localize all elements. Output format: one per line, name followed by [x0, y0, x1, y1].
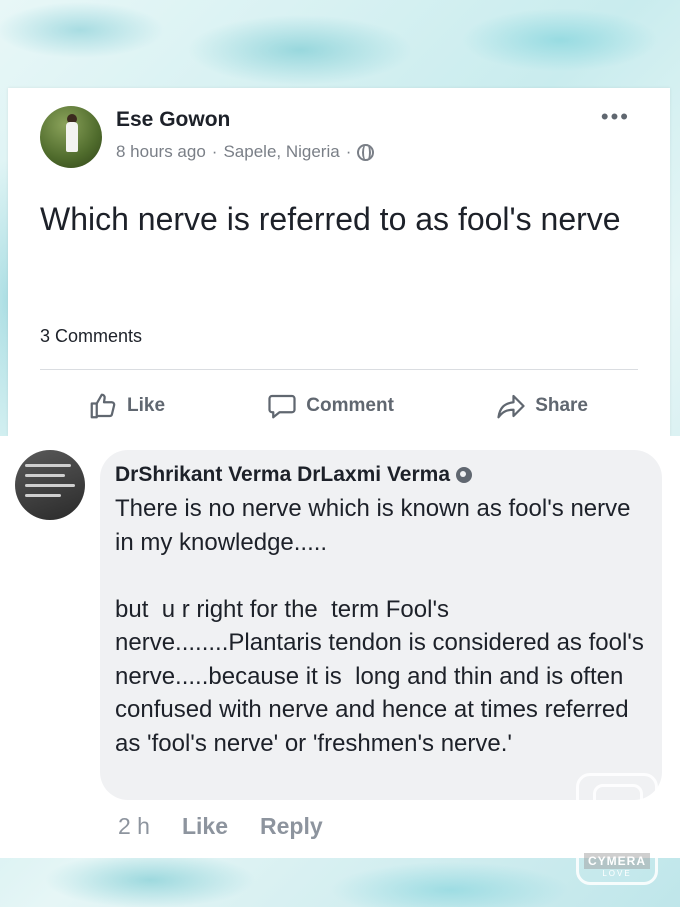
comment-text: There is no nerve which is known as fool…: [115, 495, 644, 757]
post-text: Which nerve is referred to as fool's ner…: [40, 201, 621, 237]
top-fan-badge-icon: [456, 467, 472, 483]
comment-bubble: DrShrikant Verma DrLaxmi Verma There is …: [100, 450, 662, 800]
post-meta: 8 hours ago · Sapele, Nigeria ·: [116, 142, 375, 162]
post-card: Ese Gowon 8 hours ago · Sapele, Nigeria …: [8, 88, 670, 436]
post-location[interactable]: Sapele, Nigeria: [223, 142, 339, 162]
more-options-icon[interactable]: •••: [601, 106, 630, 128]
share-arrow-icon: [497, 394, 525, 419]
author-avatar[interactable]: [40, 106, 102, 168]
divider: [40, 369, 638, 370]
post-time[interactable]: 8 hours ago: [116, 142, 206, 162]
post-author-name[interactable]: Ese Gowon: [116, 108, 230, 132]
cymera-watermark-logo: CYMERA LOVE: [576, 773, 658, 885]
meta-separator: ·: [345, 142, 352, 161]
commenter-name[interactable]: DrShrikant Verma DrLaxmi Verma: [115, 463, 450, 487]
commenter-avatar[interactable]: [15, 450, 85, 520]
meta-separator: ·: [211, 142, 218, 161]
share-label: Share: [535, 395, 588, 416]
globe-icon: [357, 143, 375, 161]
comment-reply-button[interactable]: Reply: [260, 813, 323, 840]
comment-button[interactable]: Comment: [267, 391, 394, 421]
commenter-name-row: DrShrikant Verma DrLaxmi Verma: [115, 463, 472, 487]
comment-label: Comment: [306, 395, 394, 416]
cymera-hand-icon: [593, 784, 643, 840]
like-label: Like: [127, 395, 166, 416]
comment-like-button[interactable]: Like: [182, 813, 228, 840]
watermark-text: CYMERA: [583, 853, 650, 869]
comment-time[interactable]: 2 h: [118, 813, 150, 840]
comment-count[interactable]: 3 Comments: [40, 326, 142, 347]
like-button[interactable]: Like: [88, 391, 165, 421]
post-actions-bar: Like Comment Share: [40, 386, 638, 426]
watermark-subtext: LOVE: [602, 869, 632, 878]
thumbs-up-icon: [90, 393, 116, 419]
share-button[interactable]: Share: [496, 391, 588, 421]
comment-bubble-icon: [268, 394, 296, 419]
comment-actions: 2 h Like Reply: [118, 813, 323, 840]
